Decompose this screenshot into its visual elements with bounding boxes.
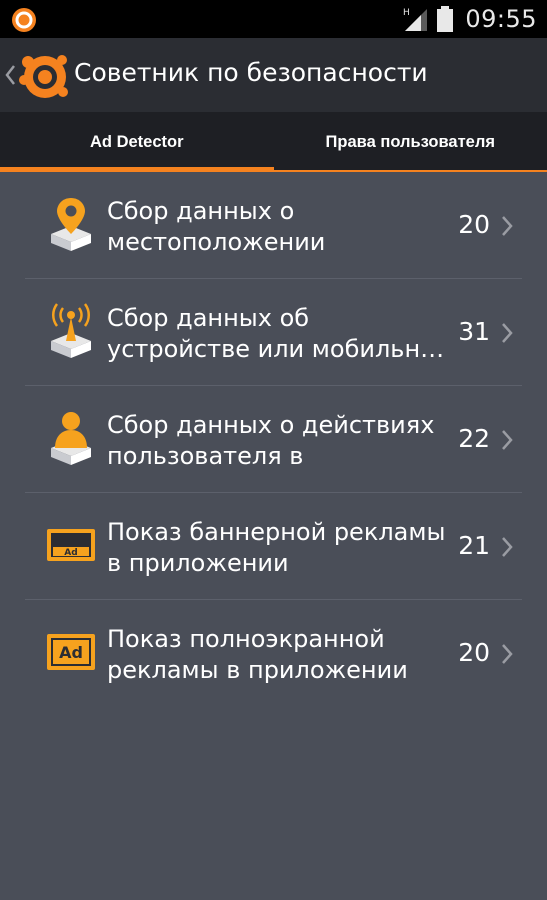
location-pin-icon [51, 198, 91, 251]
action-bar: Советник по безопасности [0, 38, 547, 112]
chevron-right-icon [502, 644, 513, 664]
tab-bar: Ad Detector Права пользователя [0, 112, 547, 172]
list-item-label-line2: рекламы в приложении [107, 656, 408, 684]
user-icon [51, 412, 91, 465]
list-item-label: Сбор данных об устройстве или мобильн… [107, 303, 457, 365]
banner-ad-icon-text: Ad [64, 548, 77, 558]
list-item-user-actions[interactable]: Сбор данных о действиях пользователя в 2… [0, 386, 547, 493]
avast-notification-icon [12, 8, 36, 32]
list-item-label-line2: устройстве или мобильн… [107, 335, 445, 363]
list-item-label-line1: Сбор данных о [107, 197, 295, 225]
list-item-count: 31 [458, 317, 490, 346]
list-item-count: 20 [458, 210, 490, 239]
tab-ad-detector[interactable]: Ad Detector [0, 112, 274, 172]
battery-icon [437, 6, 454, 32]
antenna-icon [51, 303, 91, 358]
list-item-label: Показ полноэкранной рекламы в приложении [107, 624, 457, 686]
list-item-count: 22 [458, 424, 490, 453]
avast-logo-icon[interactable] [18, 50, 70, 102]
status-time: 09:55 [465, 5, 537, 33]
tab-label: Права пользователя [325, 132, 495, 151]
chevron-right-icon [502, 216, 513, 236]
network-type-label: H [403, 8, 410, 18]
banner-ad-icon: Ad [47, 529, 95, 561]
list-item-device[interactable]: Сбор данных об устройстве или мобильн… 3… [0, 279, 547, 386]
tab-user-permissions[interactable]: Права пользователя [273, 112, 547, 172]
status-bar: H 09:55 [0, 0, 547, 38]
list-item-label: Сбор данных о местоположении [107, 196, 457, 258]
fullscreen-ad-icon: Ad [47, 634, 95, 670]
signal-icon: H [403, 8, 428, 31]
back-chevron-icon[interactable] [4, 64, 16, 86]
status-indicators: H 09:55 [401, 0, 537, 38]
list-item-count: 21 [458, 531, 490, 560]
list-item-label: Показ баннерной рекламы в приложении [107, 517, 457, 579]
list-item-fullscreen-ads[interactable]: Ad Показ полноэкранной рекламы в приложе… [0, 600, 547, 707]
list-item-count: 20 [458, 638, 490, 667]
list-item-label-line1: Показ полноэкранной [107, 625, 385, 653]
list-item-banner-ads[interactable]: Ad Показ баннерной рекламы в приложении … [0, 493, 547, 600]
advisor-list: Сбор данных о местоположении 20 Сбор дан… [0, 172, 547, 707]
list-item-location[interactable]: Сбор данных о местоположении 20 [0, 172, 547, 279]
list-item-label-line1: Сбор данных об [107, 304, 310, 332]
tab-label: Ad Detector [89, 132, 184, 151]
chevron-right-icon [502, 323, 513, 343]
list-item-label-line1: Показ баннерной рекламы [107, 518, 446, 546]
list-item-label-line2: в приложении [107, 549, 289, 577]
chevron-right-icon [502, 537, 513, 557]
list-item-label-line1: Сбор данных о действиях [107, 411, 435, 439]
list-item-label-line2: местоположении [107, 228, 326, 256]
list-item-label: Сбор данных о действиях пользователя в [107, 410, 457, 472]
chevron-right-icon [502, 430, 513, 450]
fullscreen-ad-icon-text: Ad [59, 643, 83, 662]
list-item-label-line2: пользователя в [107, 442, 304, 470]
page-title: Советник по безопасности [74, 58, 428, 87]
